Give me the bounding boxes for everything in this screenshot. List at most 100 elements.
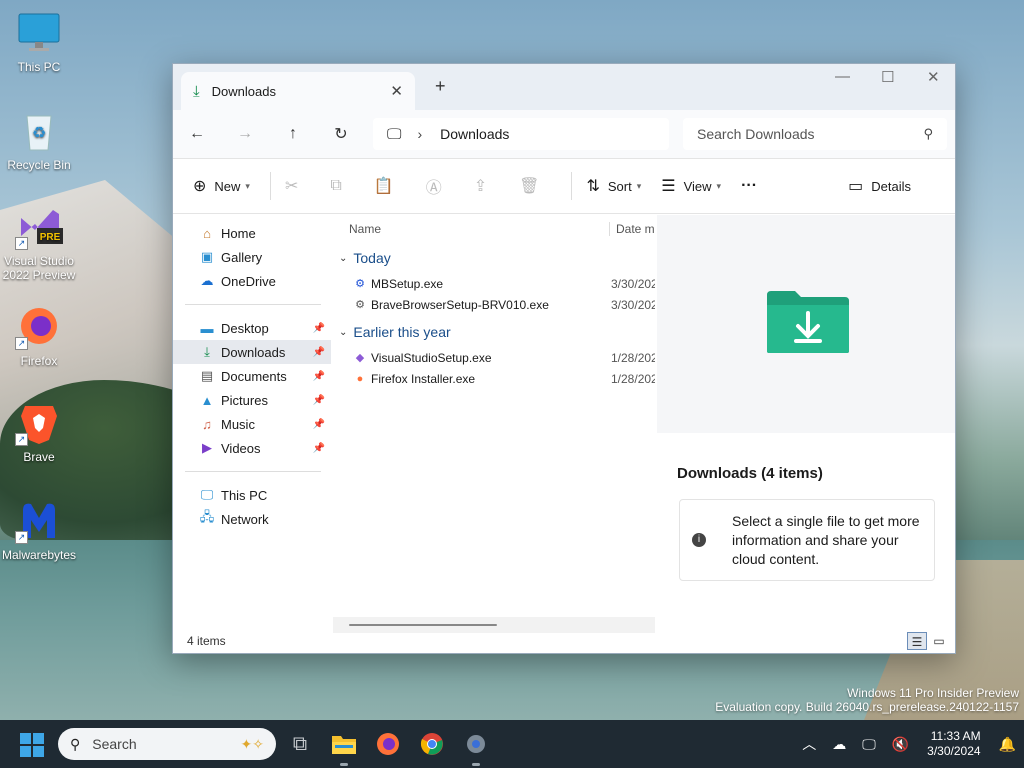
firefox-taskbar-icon[interactable]	[372, 728, 404, 760]
desktop-icon-label: Visual Studio 2022 Preview	[2, 254, 76, 282]
sidebar-item-label: Documents	[221, 368, 287, 384]
column-date-modified[interactable]: Date mo	[609, 222, 655, 236]
scrollbar-thumb[interactable]	[349, 624, 497, 626]
close-button[interactable]: ✕	[927, 68, 940, 86]
divider	[185, 471, 321, 472]
sidebar-item-documents[interactable]: ▤ Documents 📌	[173, 364, 331, 388]
pin-icon[interactable]: 📌	[313, 323, 325, 334]
delete-icon[interactable]: 🗑	[519, 176, 539, 196]
visual-studio-icon: ◆	[355, 351, 365, 364]
pc-icon: 🖵	[200, 487, 214, 502]
new-tab-button[interactable]: +	[435, 76, 446, 97]
minimize-button[interactable]: —	[835, 68, 850, 85]
up-button[interactable]: ↑	[269, 125, 317, 143]
desktop-icon-brave[interactable]: ↗ Brave	[0, 400, 78, 464]
sidebar-item-gallery[interactable]: ▣ Gallery	[173, 245, 331, 269]
settings-taskbar-icon[interactable]	[460, 728, 492, 766]
breadcrumb[interactable]: Downloads	[440, 126, 509, 142]
list-item[interactable]: ● Firefox Installer.exe 1/28/202	[333, 368, 655, 389]
column-name[interactable]: Name	[349, 222, 381, 236]
sort-button[interactable]: ⇅ Sort ▾	[586, 176, 641, 196]
sidebar-item-network[interactable]: 🖧 Network	[173, 507, 331, 531]
share-icon[interactable]: ⇪	[474, 176, 487, 196]
clock-time: 11:33 AM	[930, 729, 981, 743]
search-icon: ⚲	[923, 126, 933, 141]
address-bar[interactable]: 🖵 › Downloads	[373, 118, 669, 150]
details-pane: Downloads (4 items) i Select a single fi…	[657, 215, 955, 655]
group-header[interactable]: ⌄ Today	[333, 243, 655, 273]
sidebar-item-label: OneDrive	[221, 273, 276, 289]
start-button[interactable]	[20, 733, 44, 757]
pin-icon[interactable]: 📌	[313, 395, 325, 406]
list-item[interactable]: ◆ VisualStudioSetup.exe 1/28/202	[333, 347, 655, 368]
back-button[interactable]: ←	[173, 125, 221, 143]
paste-icon[interactable]: 📋	[374, 176, 394, 196]
watermark-line: Evaluation copy. Build 26040.rs_prerelea…	[715, 700, 1019, 714]
clock-date: 3/30/2024	[927, 744, 981, 758]
cloud-offline-icon[interactable]: ☁	[832, 736, 846, 753]
view-button[interactable]: ☰ View ▾	[661, 176, 721, 196]
pin-icon[interactable]: 📌	[313, 347, 325, 358]
home-icon: ⌂	[203, 225, 211, 241]
file-explorer-taskbar-icon[interactable]	[328, 728, 360, 766]
details-button[interactable]: ▭ Details	[848, 176, 911, 196]
taskbar-search[interactable]: ⚲ Search ✦✧	[58, 728, 276, 760]
status-bar: 4 items ☰ ▭	[173, 629, 955, 653]
clock[interactable]: 11:33 AM 3/30/2024	[927, 729, 980, 759]
volume-muted-icon[interactable]: 🔇	[892, 736, 909, 753]
new-button[interactable]: ⊕ New ▾	[193, 176, 250, 196]
pin-icon[interactable]: 📌	[313, 419, 325, 430]
details-view-icon[interactable]: ☰	[907, 632, 927, 650]
search-input[interactable]: Search Downloads ⚲	[683, 118, 947, 150]
sidebar-item-music[interactable]: ♫ Music 📌	[173, 412, 331, 436]
downloads-folder-icon	[765, 289, 851, 355]
sidebar-item-videos[interactable]: ▶ Videos 📌	[173, 436, 331, 460]
navigation-pane: ⌂ Home ▣ Gallery ☁ OneDrive ▬ Desktop 📌 …	[173, 221, 331, 641]
chrome-taskbar-icon[interactable]	[416, 728, 448, 760]
plus-circle-icon: ⊕	[193, 178, 207, 195]
list-item[interactable]: ⚙ MBSetup.exe 3/30/202	[333, 273, 655, 294]
view-toggle: ☰ ▭	[905, 632, 949, 650]
desktop-icon-recycle-bin[interactable]: ♻ Recycle Bin	[0, 108, 78, 172]
sidebar-item-pictures[interactable]: ▲ Pictures 📌	[173, 388, 331, 412]
shortcut-arrow-icon: ↗	[15, 237, 28, 250]
pin-icon[interactable]: 📌	[313, 443, 325, 454]
pin-icon[interactable]: 📌	[313, 371, 325, 382]
sidebar-item-this-pc[interactable]: 🖵 This PC	[173, 483, 331, 507]
column-headers: Name Date mo	[333, 215, 655, 243]
sidebar-item-home[interactable]: ⌂ Home	[173, 221, 331, 245]
more-options-button[interactable]: ···	[741, 177, 757, 195]
forward-button[interactable]: →	[221, 125, 269, 143]
file-date: 1/28/202	[611, 350, 655, 365]
notification-bell-icon[interactable]: 🔔	[999, 736, 1016, 753]
chevron-down-icon: ⌄	[339, 326, 348, 338]
maximize-button[interactable]: ☐	[881, 68, 894, 86]
close-tab-icon[interactable]: ✕	[390, 82, 403, 100]
command-bar: ⊕ New ▾ ✂ ⧉ 📋 Ⓐ ⇪ 🗑 ⇅ Sort ▾ ☰ View ▾ ··…	[173, 158, 955, 214]
tiles-view-icon[interactable]: ▭	[929, 632, 949, 650]
list-item[interactable]: ⚙ BraveBrowserSetup-BRV010.exe 3/30/202	[333, 294, 655, 315]
sidebar-item-downloads[interactable]: ⤓ Downloads 📌	[173, 340, 331, 364]
chevron-up-icon[interactable]: ︿	[802, 734, 816, 754]
svg-text:♻: ♻	[32, 125, 46, 142]
desktop-icon-visual-studio[interactable]: PRE ↗ Visual Studio 2022 Preview	[0, 204, 78, 282]
desktop-icon-this-pc[interactable]: This PC	[0, 10, 78, 74]
copy-icon[interactable]: ⧉	[330, 177, 341, 195]
download-icon: ⤓	[204, 344, 210, 359]
network-status-icon[interactable]: 🖵	[862, 736, 876, 753]
sidebar-item-desktop[interactable]: ▬ Desktop 📌	[173, 316, 331, 340]
tab-downloads[interactable]: ⤓ Downloads ✕	[181, 72, 415, 110]
refresh-button[interactable]: ↻	[317, 124, 365, 144]
desktop-icon-firefox[interactable]: ↗ Firefox	[0, 304, 78, 368]
sidebar-item-onedrive[interactable]: ☁ OneDrive	[173, 269, 331, 293]
shortcut-arrow-icon: ↗	[15, 531, 28, 544]
group-header[interactable]: ⌄ Earlier this year	[333, 317, 655, 347]
rename-icon[interactable]: Ⓐ	[426, 174, 442, 198]
desktop-icon-label: This PC	[17, 60, 61, 74]
cut-icon[interactable]: ✂	[285, 176, 298, 196]
desktop-icon-malwarebytes[interactable]: ↗ Malwarebytes	[0, 498, 78, 562]
file-list: Name Date mo ⌄ Today ⚙ MBSetup.exe 3/30/…	[333, 215, 655, 635]
task-view-icon[interactable]: ⧉	[284, 728, 316, 760]
divider	[571, 172, 573, 200]
download-icon: ⤓	[193, 82, 200, 100]
